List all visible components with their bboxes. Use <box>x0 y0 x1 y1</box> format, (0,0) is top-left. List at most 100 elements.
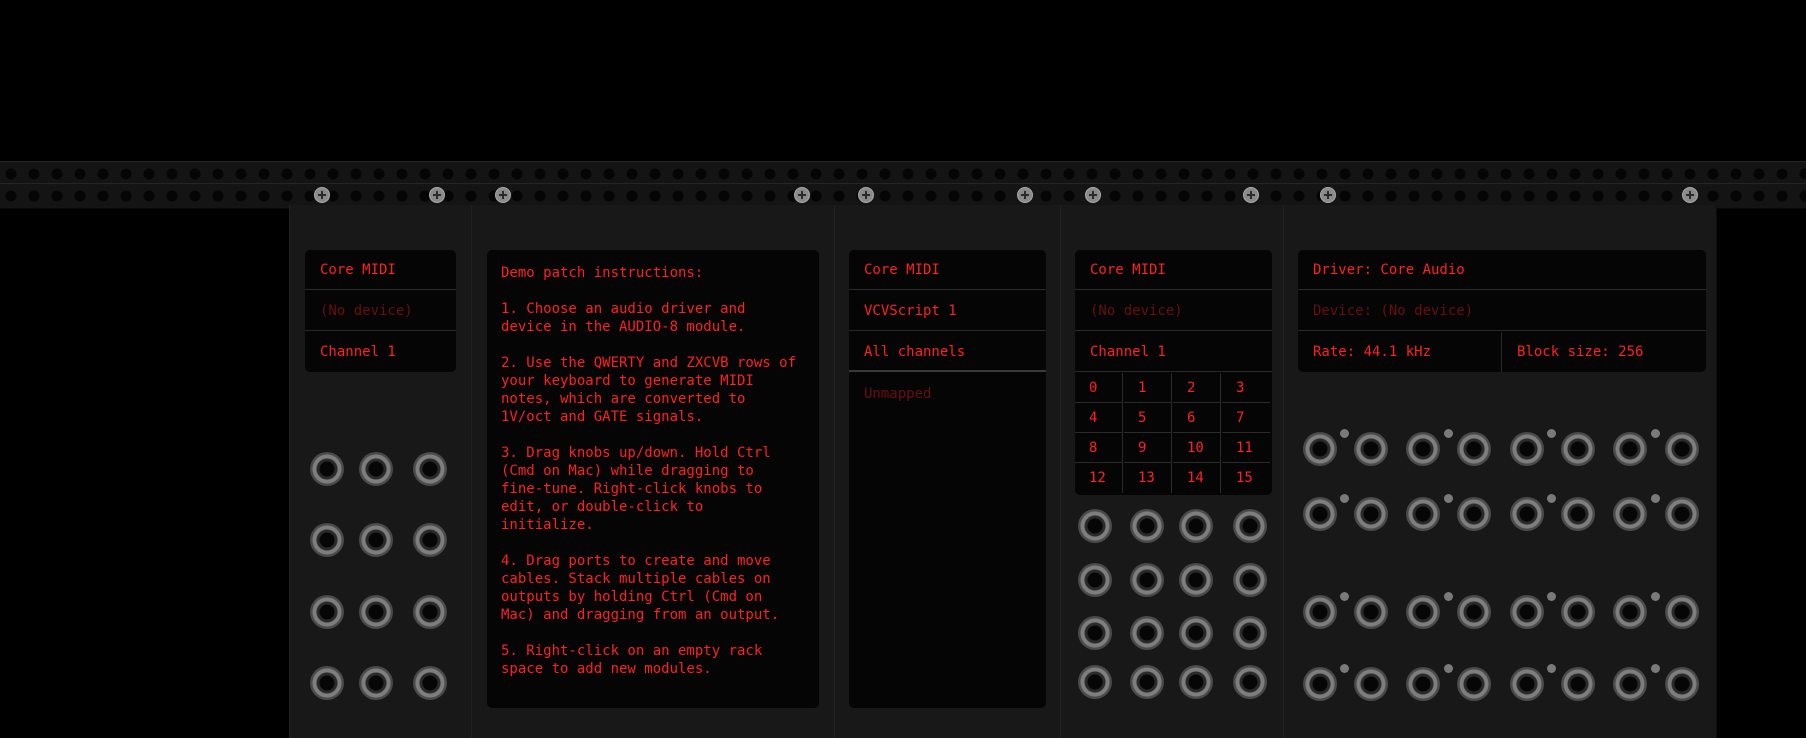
gate-output-port[interactable] <box>1179 616 1213 650</box>
audio-output-port[interactable] <box>1406 595 1440 629</box>
audio-input-port[interactable] <box>1561 432 1595 466</box>
output-port[interactable] <box>359 666 393 700</box>
gate-output-port[interactable] <box>1130 665 1164 699</box>
trigger-cell[interactable]: 8 <box>1075 433 1123 463</box>
audio-output-port[interactable] <box>1561 667 1595 701</box>
audio-driver-select[interactable]: Driver: Core Audio <box>1298 250 1706 290</box>
trigger-cell[interactable]: 10 <box>1173 433 1221 463</box>
audio-input-port[interactable] <box>1354 497 1388 531</box>
audio-input-port[interactable] <box>1406 497 1440 531</box>
trigger-cell[interactable]: 1 <box>1124 373 1172 403</box>
midi-driver-select[interactable]: Core MIDI <box>1075 250 1272 290</box>
audio-input-port[interactable] <box>1613 497 1647 531</box>
audio-input-port[interactable] <box>1303 497 1337 531</box>
audio-input-port[interactable] <box>1561 497 1595 531</box>
gate-output-port[interactable] <box>1233 665 1267 699</box>
midi-device-select[interactable]: (No device) <box>1075 291 1272 331</box>
output-port[interactable] <box>359 523 393 557</box>
midi-cv-module[interactable]: Core MIDI (No device) Channel 1 <box>289 187 472 738</box>
gate-output-port[interactable] <box>1078 563 1112 597</box>
audio-input-port[interactable] <box>1510 497 1544 531</box>
output-port[interactable] <box>310 452 344 486</box>
audio-device-select[interactable]: Device: (No device) <box>1298 291 1706 331</box>
audio-output-port[interactable] <box>1665 595 1699 629</box>
audio-input-port[interactable] <box>1665 497 1699 531</box>
gate-output-port[interactable] <box>1078 616 1112 650</box>
output-port[interactable] <box>413 523 447 557</box>
audio-output-port[interactable] <box>1613 595 1647 629</box>
trigger-cell[interactable]: 7 <box>1222 403 1270 433</box>
block-size-select[interactable]: Block size: 256 <box>1502 332 1706 372</box>
sample-rate-select[interactable]: Rate: 44.1 kHz <box>1298 332 1502 372</box>
trigger-cell[interactable]: 15 <box>1222 463 1270 493</box>
gate-output-port[interactable] <box>1233 563 1267 597</box>
midi-channel-select[interactable]: Channel 1 <box>305 332 456 372</box>
audio-output-port[interactable] <box>1510 595 1544 629</box>
audio-output-port[interactable] <box>1303 667 1337 701</box>
gate-output-port[interactable] <box>1233 616 1267 650</box>
midi-map-module[interactable]: Core MIDI VCVScript 1 All channels Unmap… <box>834 187 1061 738</box>
gate-output-port[interactable] <box>1130 509 1164 543</box>
output-port[interactable] <box>359 595 393 629</box>
screw-icon <box>314 187 330 203</box>
audio-output-port[interactable] <box>1303 595 1337 629</box>
trigger-cell[interactable]: 0 <box>1075 373 1123 403</box>
trigger-cell[interactable]: 9 <box>1124 433 1172 463</box>
output-port[interactable] <box>310 523 344 557</box>
audio-output-port[interactable] <box>1561 595 1595 629</box>
output-port[interactable] <box>359 452 393 486</box>
audio-input-port[interactable] <box>1510 432 1544 466</box>
notes-display[interactable]: Demo patch instructions: 1. Choose an au… <box>487 250 819 708</box>
audio-input-port[interactable] <box>1613 432 1647 466</box>
midi-channel-select[interactable]: Channel 1 <box>1075 332 1272 372</box>
trigger-cell[interactable]: 3 <box>1222 373 1270 403</box>
output-port[interactable] <box>310 595 344 629</box>
gate-output-port[interactable] <box>1130 563 1164 597</box>
output-port[interactable] <box>310 666 344 700</box>
notes-module[interactable]: Demo patch instructions: 1. Choose an au… <box>471 187 835 738</box>
output-port[interactable] <box>413 595 447 629</box>
audio-input-port[interactable] <box>1406 432 1440 466</box>
audio-output-port[interactable] <box>1354 595 1388 629</box>
level-led <box>1340 592 1349 601</box>
midi-channel-select[interactable]: All channels <box>849 332 1046 372</box>
trigger-cell[interactable]: 4 <box>1075 403 1123 433</box>
audio-output-port[interactable] <box>1354 667 1388 701</box>
gate-output-port[interactable] <box>1130 616 1164 650</box>
audio-input-port[interactable] <box>1457 432 1491 466</box>
audio-output-port[interactable] <box>1665 667 1699 701</box>
audio-input-port[interactable] <box>1665 432 1699 466</box>
trigger-cell[interactable]: 12 <box>1075 463 1123 493</box>
gate-output-port[interactable] <box>1078 509 1112 543</box>
audio-input-port[interactable] <box>1354 432 1388 466</box>
trigger-cell[interactable]: 6 <box>1173 403 1221 433</box>
gate-output-port[interactable] <box>1078 665 1112 699</box>
trigger-cell[interactable]: 13 <box>1124 463 1172 493</box>
audio-output-port[interactable] <box>1613 667 1647 701</box>
level-led <box>1547 664 1556 673</box>
audio-output-port[interactable] <box>1457 595 1491 629</box>
audio-input-port[interactable] <box>1303 432 1337 466</box>
output-port[interactable] <box>413 666 447 700</box>
gate-output-port[interactable] <box>1233 509 1267 543</box>
trigger-cell[interactable]: 5 <box>1124 403 1172 433</box>
trigger-cell[interactable]: 14 <box>1173 463 1221 493</box>
gate-output-port[interactable] <box>1179 665 1213 699</box>
audio-output-port[interactable] <box>1457 667 1491 701</box>
audio-8-module[interactable]: Driver: Core Audio Device: (No device) R… <box>1283 187 1717 738</box>
midi-trig-module[interactable]: Core MIDI (No device) Channel 1 0 1 2 3 … <box>1060 187 1284 738</box>
midi-device-select[interactable]: VCVScript 1 <box>849 291 1046 331</box>
output-port[interactable] <box>413 452 447 486</box>
audio-output-port[interactable] <box>1510 667 1544 701</box>
gate-output-port[interactable] <box>1179 509 1213 543</box>
map-slot[interactable]: Unmapped <box>849 374 1046 414</box>
audio-output-port[interactable] <box>1406 667 1440 701</box>
trigger-cell[interactable]: 2 <box>1173 373 1221 403</box>
midi-device-select[interactable]: (No device) <box>305 291 456 331</box>
midi-driver-select[interactable]: Core MIDI <box>849 250 1046 290</box>
audio-input-port[interactable] <box>1457 497 1491 531</box>
trigger-cell[interactable]: 11 <box>1222 433 1270 463</box>
midi-driver-select[interactable]: Core MIDI <box>305 250 456 290</box>
gate-output-port[interactable] <box>1179 563 1213 597</box>
level-led <box>1547 494 1556 503</box>
